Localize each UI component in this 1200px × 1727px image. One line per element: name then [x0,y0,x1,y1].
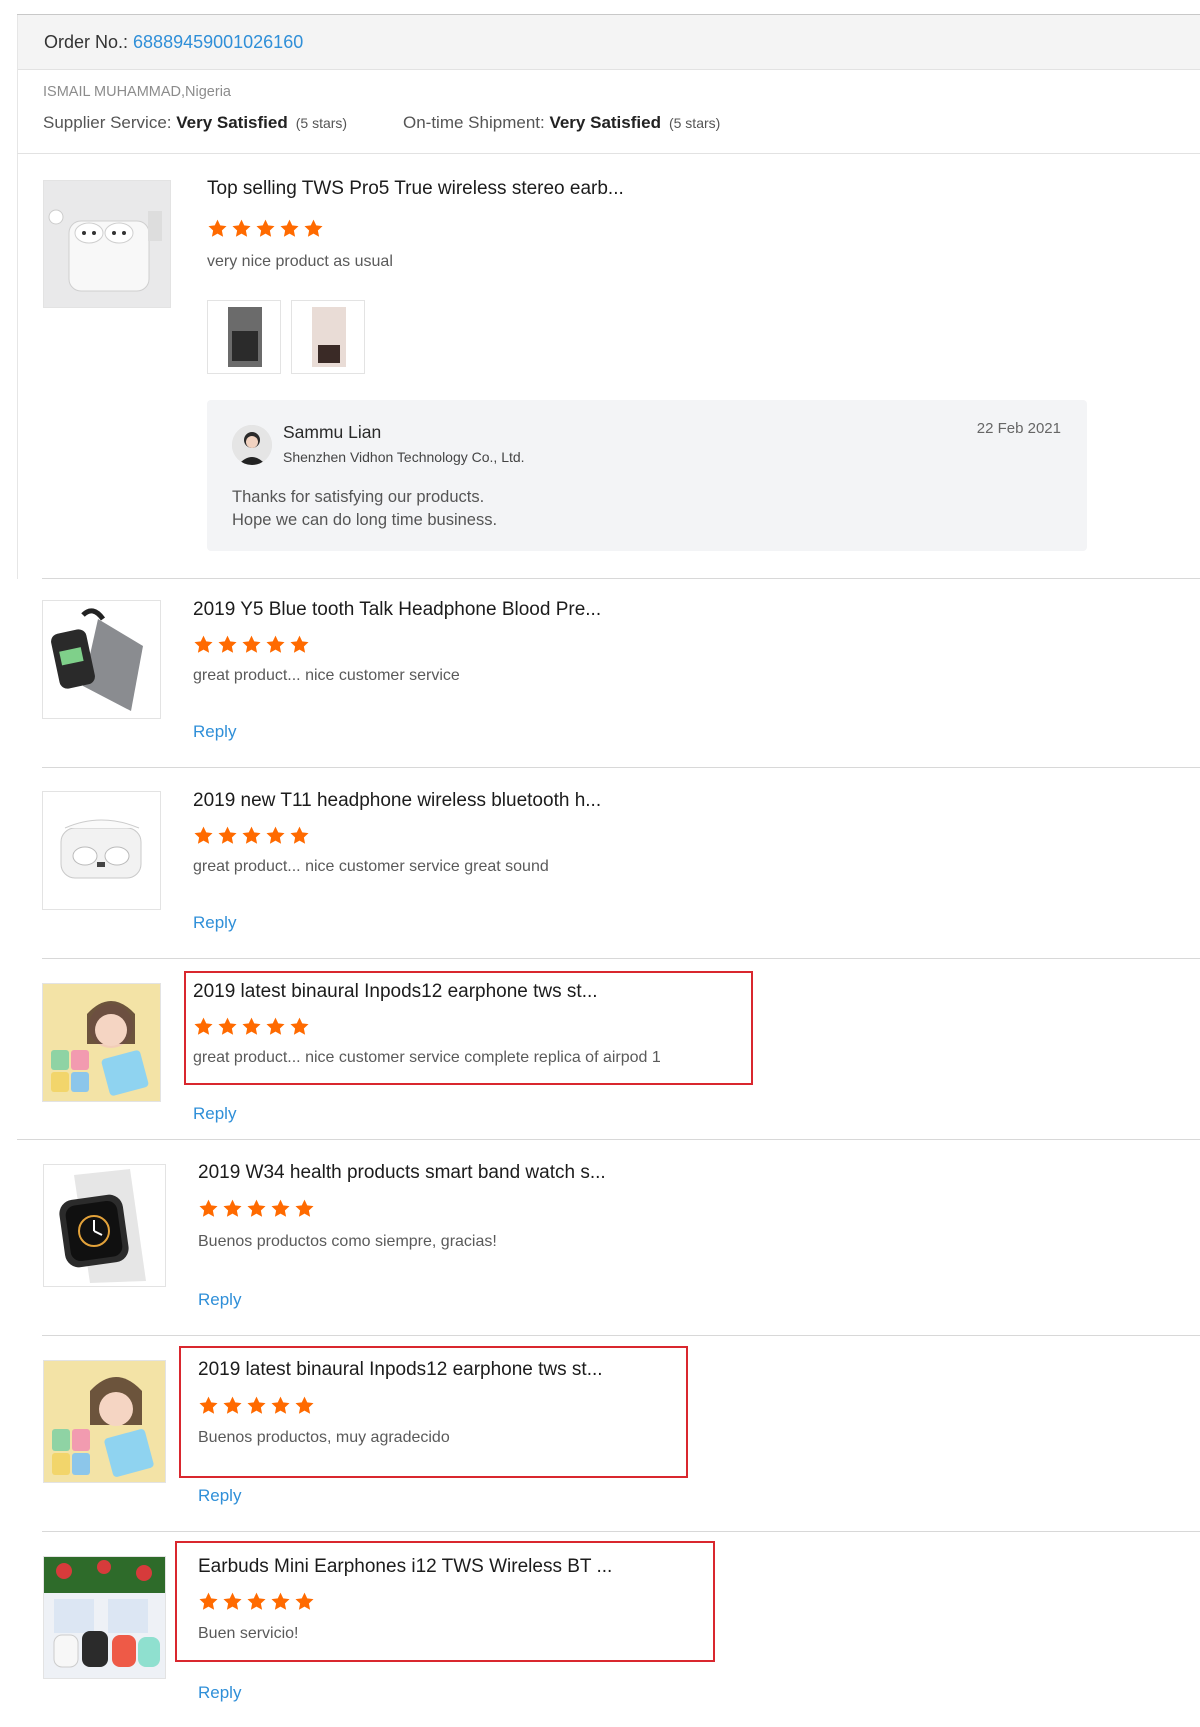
review-comment: great product... nice customer service [193,667,460,684]
highlight-box [184,971,753,1085]
divider [42,958,1200,959]
product-thumbnail[interactable] [43,180,171,308]
supplier-reply: Sammu Lian Shenzhen Vidhon Technology Co… [207,400,1087,551]
divider [17,69,18,579]
star-icon [280,219,299,237]
star-icon [199,1199,218,1217]
highlight-box [179,1346,688,1478]
review-comment: great product... nice customer service g… [193,858,549,875]
divider [42,1531,1200,1532]
smart-band-image [43,601,160,718]
star-icon [218,826,237,844]
photo-image [312,307,346,367]
reply-button[interactable]: Reply [198,1683,241,1703]
earbuds-case-image [44,181,170,307]
product-thumbnail[interactable] [43,1360,166,1483]
star-icon [290,635,309,653]
photo-image [228,307,262,367]
order-header: Order No.: 68889459001026160 [17,15,1200,70]
order-number-label: Order No.: 68889459001026160 [44,32,304,52]
product-title[interactable]: 2019 Y5 Blue tooth Talk Headphone Blood … [193,599,601,621]
order-number-link[interactable]: 68889459001026160 [133,32,303,52]
product-thumbnail[interactable] [42,600,161,719]
star-icon [304,219,323,237]
reply-button[interactable]: Reply [193,913,236,933]
review-photo[interactable] [291,300,365,374]
star-icon [223,1199,242,1217]
divider [17,1139,1200,1140]
product-thumbnail[interactable] [42,983,161,1102]
earbuds-case-image [43,792,160,909]
divider [42,767,1200,768]
highlight-box [175,1541,715,1662]
star-icon [290,826,309,844]
product-thumbnail[interactable] [42,791,161,910]
star-icon [242,635,261,653]
reviews-page: Order No.: 68889459001026160 ISMAIL MUHA… [0,0,1200,1727]
star-rating [193,634,310,655]
review-comment: very nice product as usual [207,253,393,270]
shipment-rating: On-time Shipment: Very Satisfied (5 stars… [403,113,721,132]
reply-button[interactable]: Reply [198,1486,241,1506]
divider [17,153,1200,154]
star-icon [256,219,275,237]
star-icon [271,1199,290,1217]
inpods-colorful-image [44,1361,165,1482]
smart-watch-image [44,1165,165,1286]
star-icon [266,635,285,653]
star-icon [232,219,251,237]
reply-button[interactable]: Reply [193,722,236,742]
supplier-service-rating: Supplier Service: Very Satisfied (5 stars… [43,113,348,132]
star-rating [193,825,310,846]
product-title[interactable]: Top selling TWS Pro5 True wireless stere… [207,178,624,200]
reply-author: Sammu Lian [283,422,382,442]
star-icon [295,1199,314,1217]
reply-button[interactable]: Reply [193,1104,236,1124]
reply-company: Shenzhen Vidhon Technology Co., Ltd. [283,449,525,465]
star-icon [194,635,213,653]
reply-button[interactable]: Reply [198,1290,241,1310]
star-icon [218,635,237,653]
divider [42,578,1200,579]
star-icon [247,1199,266,1217]
product-title[interactable]: 2019 new T11 headphone wireless bluetoot… [193,790,601,812]
star-rating [198,1198,315,1219]
inpods-colorful-image [43,984,160,1101]
star-icon [242,826,261,844]
star-icon [266,826,285,844]
i12-earbuds-image [44,1557,165,1678]
avatar [232,425,272,465]
buyer-name: ISMAIL MUHAMMAD,Nigeria [43,84,231,100]
review-photo[interactable] [207,300,281,374]
divider [42,1335,1200,1336]
review-comment: Buenos productos como siempre, gracias! [198,1233,497,1250]
product-thumbnail[interactable] [43,1164,166,1287]
star-icon [194,826,213,844]
product-title[interactable]: 2019 W34 health products smart band watc… [198,1162,606,1184]
star-rating [207,218,324,239]
reply-date: 22 Feb 2021 [976,420,1061,437]
product-thumbnail[interactable] [43,1556,166,1679]
reply-message: Thanks for satisfying our products. Hope… [232,488,498,529]
star-icon [208,219,227,237]
